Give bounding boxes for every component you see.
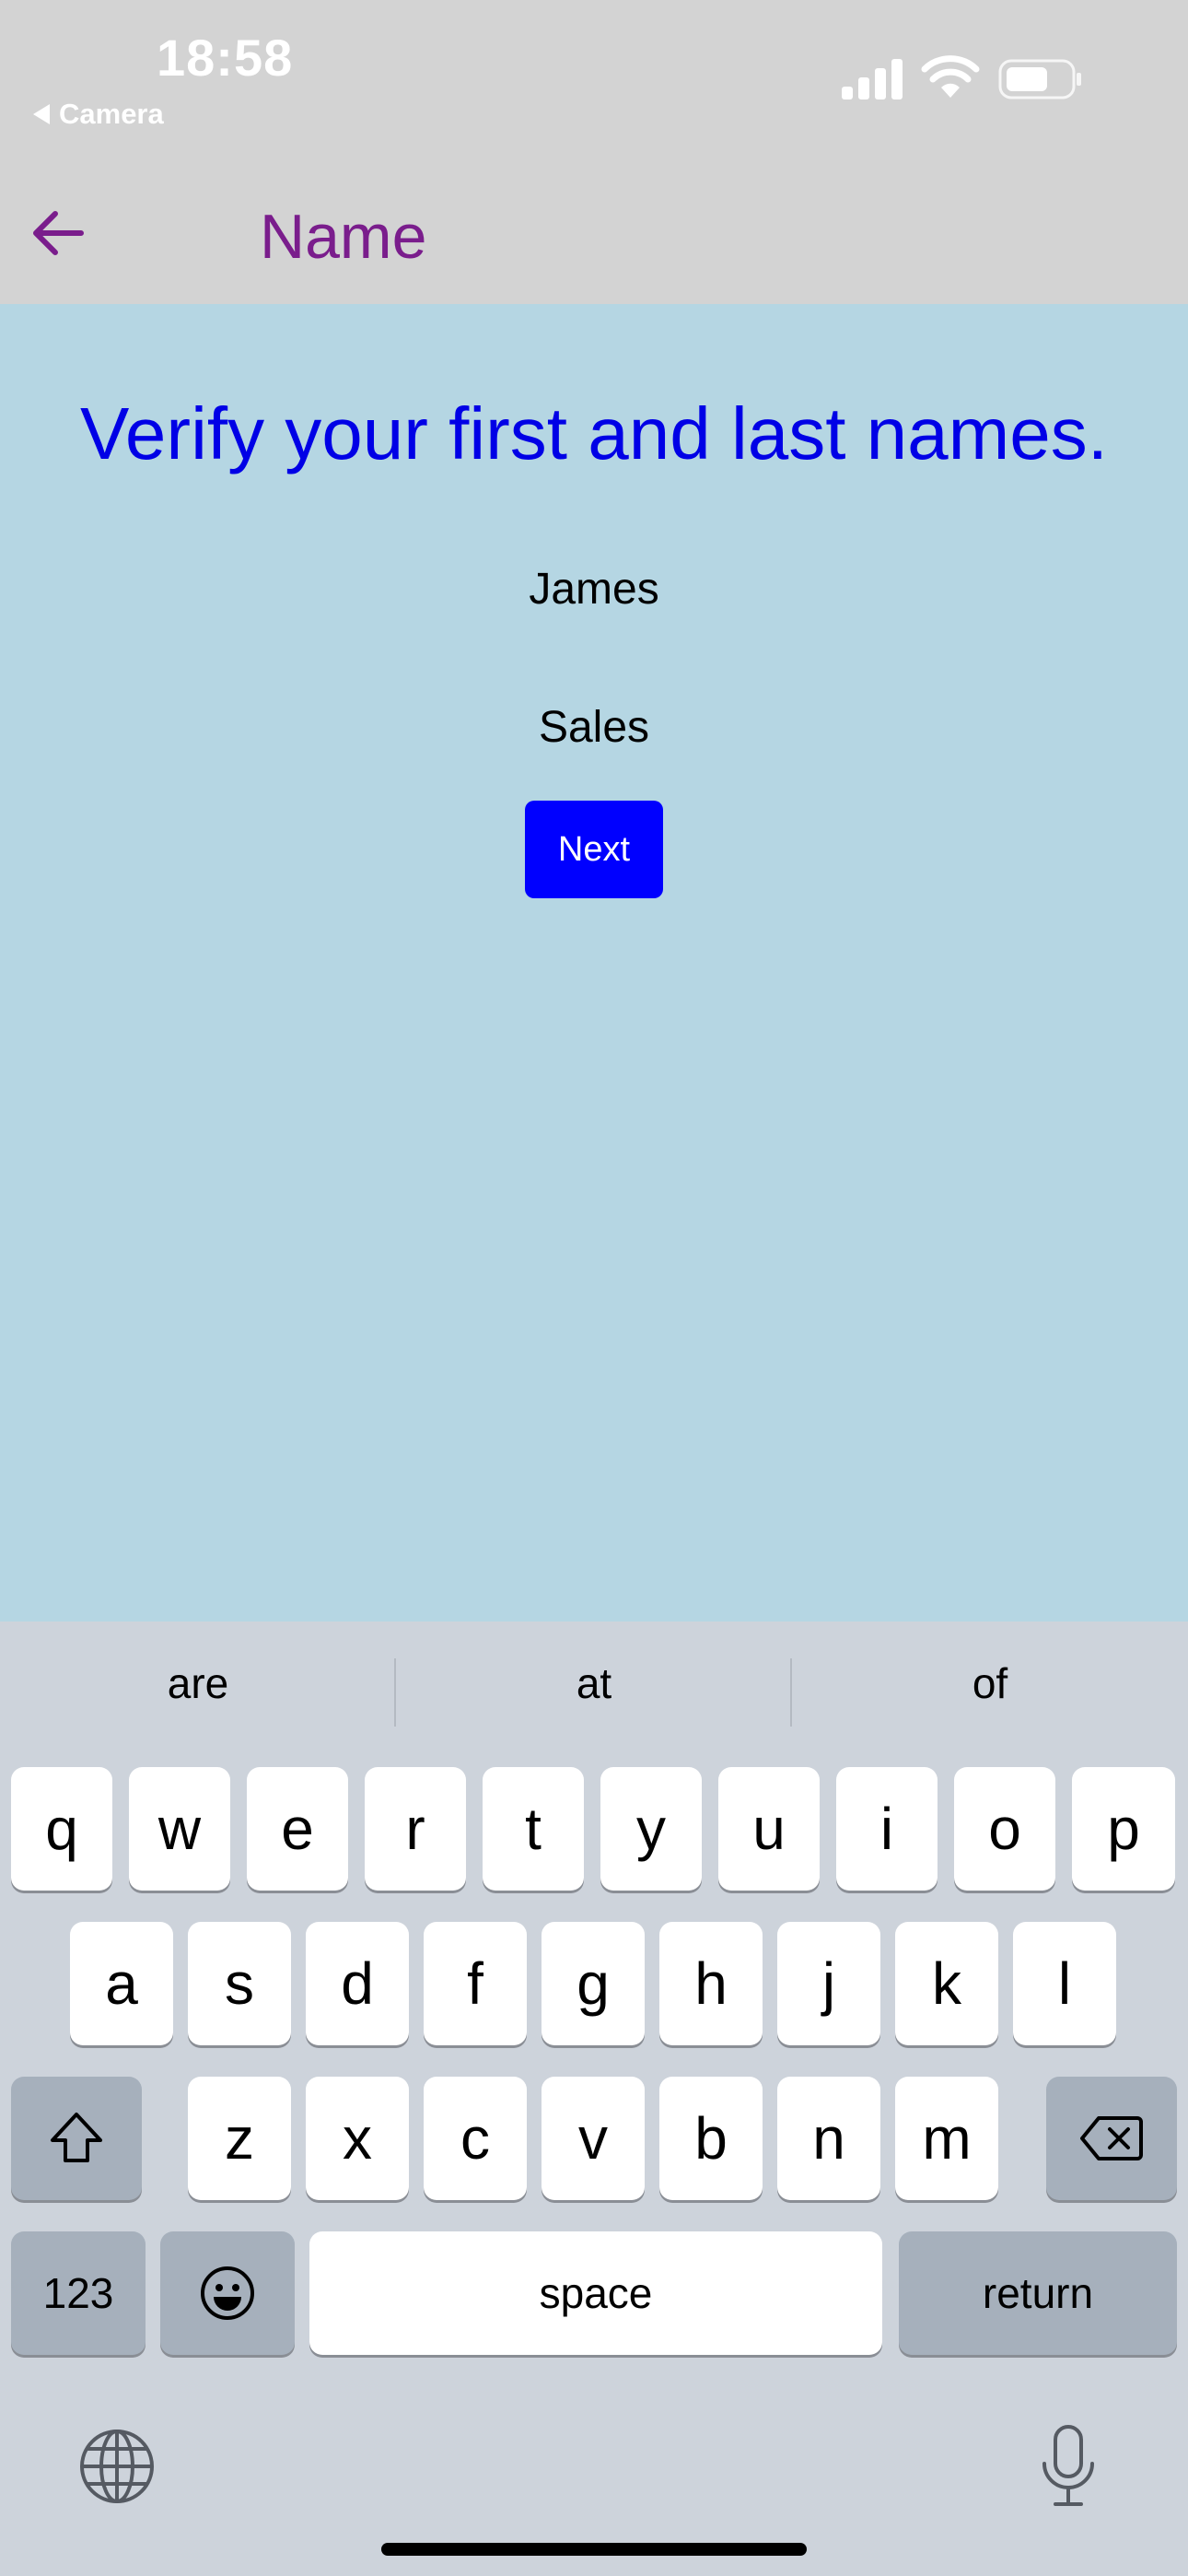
home-indicator[interactable]: [381, 2543, 807, 2556]
space-key[interactable]: space: [309, 2231, 882, 2355]
delete-icon: [1080, 2116, 1143, 2160]
wifi-icon: [921, 55, 980, 98]
key-p[interactable]: p: [1072, 1767, 1175, 1891]
key-b[interactable]: b: [659, 2077, 763, 2200]
key-e[interactable]: e: [247, 1767, 348, 1891]
key-i[interactable]: i: [836, 1767, 938, 1891]
back-arrow-icon[interactable]: [29, 205, 87, 262]
globe-icon[interactable]: [77, 2427, 157, 2506]
key-o[interactable]: o: [954, 1767, 1055, 1891]
cellular-signal-icon: [842, 59, 903, 100]
key-k[interactable]: k: [895, 1922, 998, 2045]
app-header: [0, 175, 1188, 304]
key-u[interactable]: u: [718, 1767, 820, 1891]
suggestion-3[interactable]: of: [792, 1658, 1188, 1708]
delete-key[interactable]: [1046, 2077, 1177, 2200]
key-a[interactable]: a: [70, 1922, 173, 2045]
key-n[interactable]: n: [777, 2077, 880, 2200]
shift-key[interactable]: [11, 2077, 142, 2200]
shift-icon: [51, 2113, 102, 2162]
first-name-field[interactable]: James: [0, 564, 1188, 615]
status-time: 18:58: [157, 29, 294, 87]
key-g[interactable]: g: [542, 1922, 645, 2045]
key-m[interactable]: m: [895, 2077, 998, 2200]
return-key[interactable]: return: [899, 2231, 1177, 2355]
last-name-field[interactable]: Sales: [0, 702, 1188, 753]
content-area: [0, 304, 1188, 1622]
key-y[interactable]: y: [600, 1767, 702, 1891]
key-r[interactable]: r: [365, 1767, 466, 1891]
emoji-icon: [201, 2266, 254, 2320]
key-h[interactable]: h: [659, 1922, 763, 2045]
emoji-key[interactable]: [160, 2231, 295, 2355]
page-title: Name: [260, 202, 427, 272]
instruction-heading: Verify your first and last names.: [79, 392, 1108, 474]
key-v[interactable]: v: [542, 2077, 645, 2200]
back-to-app-label: Camera: [59, 98, 164, 130]
numbers-key[interactable]: 123: [11, 2231, 146, 2355]
back-to-app-link[interactable]: Camera: [33, 98, 164, 131]
key-c[interactable]: c: [424, 2077, 527, 2200]
key-j[interactable]: j: [777, 1922, 880, 2045]
key-d[interactable]: d: [306, 1922, 409, 2045]
next-button[interactable]: Next: [525, 801, 663, 898]
key-z[interactable]: z: [188, 2077, 291, 2200]
key-x[interactable]: x: [306, 2077, 409, 2200]
key-f[interactable]: f: [424, 1922, 527, 2045]
key-l[interactable]: l: [1013, 1922, 1116, 2045]
back-triangle-icon: [33, 104, 50, 124]
key-w[interactable]: w: [129, 1767, 230, 1891]
key-s[interactable]: s: [188, 1922, 291, 2045]
suggestion-1[interactable]: are: [0, 1658, 396, 1708]
suggestion-2[interactable]: at: [396, 1658, 792, 1708]
key-q[interactable]: q: [11, 1767, 112, 1891]
microphone-icon[interactable]: [1037, 2423, 1100, 2510]
battery-icon: [998, 59, 1081, 100]
key-t[interactable]: t: [483, 1767, 584, 1891]
